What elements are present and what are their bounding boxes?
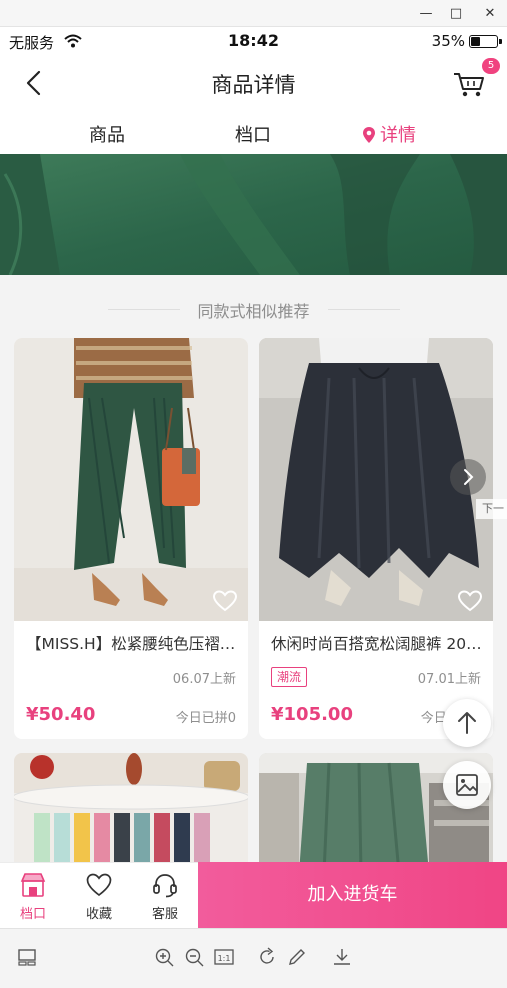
page-title: 商品详情 — [211, 73, 296, 97]
add-to-cart-button[interactable]: 加入进货车 — [198, 862, 507, 928]
tab-details[interactable]: 详情 — [362, 121, 416, 147]
window-title-bar: — □ ✕ — [0, 0, 507, 27]
store-icon — [20, 873, 46, 897]
zoom-out-icon[interactable] — [183, 946, 205, 968]
scroll-to-top-button[interactable] — [443, 699, 491, 747]
nav-bar: 商品详情 — [0, 55, 507, 111]
location-pin-icon — [363, 127, 375, 143]
favorite-heart-icon[interactable] — [212, 589, 238, 613]
product-date: 07.01上新 — [417, 672, 481, 687]
tab-label: 详情 — [380, 125, 416, 146]
battery-icon — [469, 35, 502, 48]
product-title: 【MISS.H】松紧腰纯色压褶阔腿裤 — [26, 635, 238, 653]
actual-size-icon[interactable]: 1:1 — [213, 946, 235, 968]
close-window-button[interactable]: ✕ — [475, 3, 505, 23]
status-bar: 无服务 18:42 35% — [0, 27, 507, 55]
favorite-button[interactable]: 收藏 — [66, 863, 132, 929]
product-detail-image — [0, 154, 507, 275]
detail-tabs: 商品 档口 详情 — [0, 111, 507, 154]
shop-button[interactable]: 档口 — [0, 863, 66, 929]
product-image — [14, 338, 248, 621]
rotate-icon[interactable] — [256, 946, 278, 968]
cart-count-badge: 5 — [482, 58, 500, 74]
product-group-count: 今日已拼0 — [175, 711, 236, 726]
product-tag: 潮流 — [271, 667, 308, 687]
tab-label: 档口 — [235, 125, 271, 146]
next-image-hint: 下一 — [476, 499, 507, 519]
favorite-label: 收藏 — [85, 907, 112, 922]
edit-pencil-icon[interactable] — [286, 946, 308, 968]
product-card[interactable] — [14, 753, 248, 873]
image-viewer-toolbar: 1:1 — [0, 928, 507, 988]
section-title: 同款式相似推荐 — [197, 302, 310, 321]
download-icon[interactable] — [331, 946, 353, 968]
customer-service-button[interactable]: 客服 — [132, 863, 198, 929]
minimize-button[interactable]: — — [411, 3, 441, 23]
product-card[interactable]: 【MISS.H】松紧腰纯色压褶阔腿裤 06.07上新 ¥50.40 今日已拼0 — [14, 338, 248, 739]
arrow-up-icon — [458, 712, 476, 734]
tab-product[interactable]: 商品 — [89, 121, 125, 147]
zoom-in-icon[interactable] — [153, 946, 175, 968]
product-date: 06.07上新 — [172, 672, 236, 687]
favorite-heart-icon[interactable] — [457, 589, 483, 613]
customer-service-label: 客服 — [151, 907, 178, 922]
image-icon — [456, 774, 478, 796]
app-root: — □ ✕ 无服务 18:42 35% 商品详情 5 商品 档口 详情 同款式相… — [0, 0, 507, 988]
product-price: ¥105.00 — [271, 704, 353, 725]
shop-label: 档口 — [19, 907, 46, 922]
bottom-action-bar: 档口 收藏 客服 加入进货车 — [0, 862, 507, 928]
product-image — [14, 753, 248, 873]
svg-text:1:1: 1:1 — [218, 954, 231, 963]
image-search-button[interactable] — [443, 761, 491, 809]
heart-icon — [86, 873, 112, 897]
thumbnail-icon[interactable] — [16, 946, 38, 968]
tab-shop[interactable]: 档口 — [235, 121, 271, 147]
next-image-button[interactable] — [450, 459, 486, 495]
battery-percent: 35% — [431, 32, 465, 50]
headset-icon — [153, 874, 177, 898]
product-card[interactable]: 休闲时尚百搭宽松阔腿裤 2019 潮流 07.01上新 ¥105.00 今日已拼… — [259, 338, 493, 739]
section-divider-right — [328, 309, 400, 310]
maximize-button[interactable]: □ — [441, 3, 471, 23]
fabric-photo — [0, 154, 507, 275]
chevron-right-icon — [464, 469, 474, 485]
product-title: 休闲时尚百搭宽松阔腿裤 2019 — [271, 635, 483, 653]
tab-label: 商品 — [89, 125, 125, 146]
product-price: ¥50.40 — [26, 704, 96, 725]
